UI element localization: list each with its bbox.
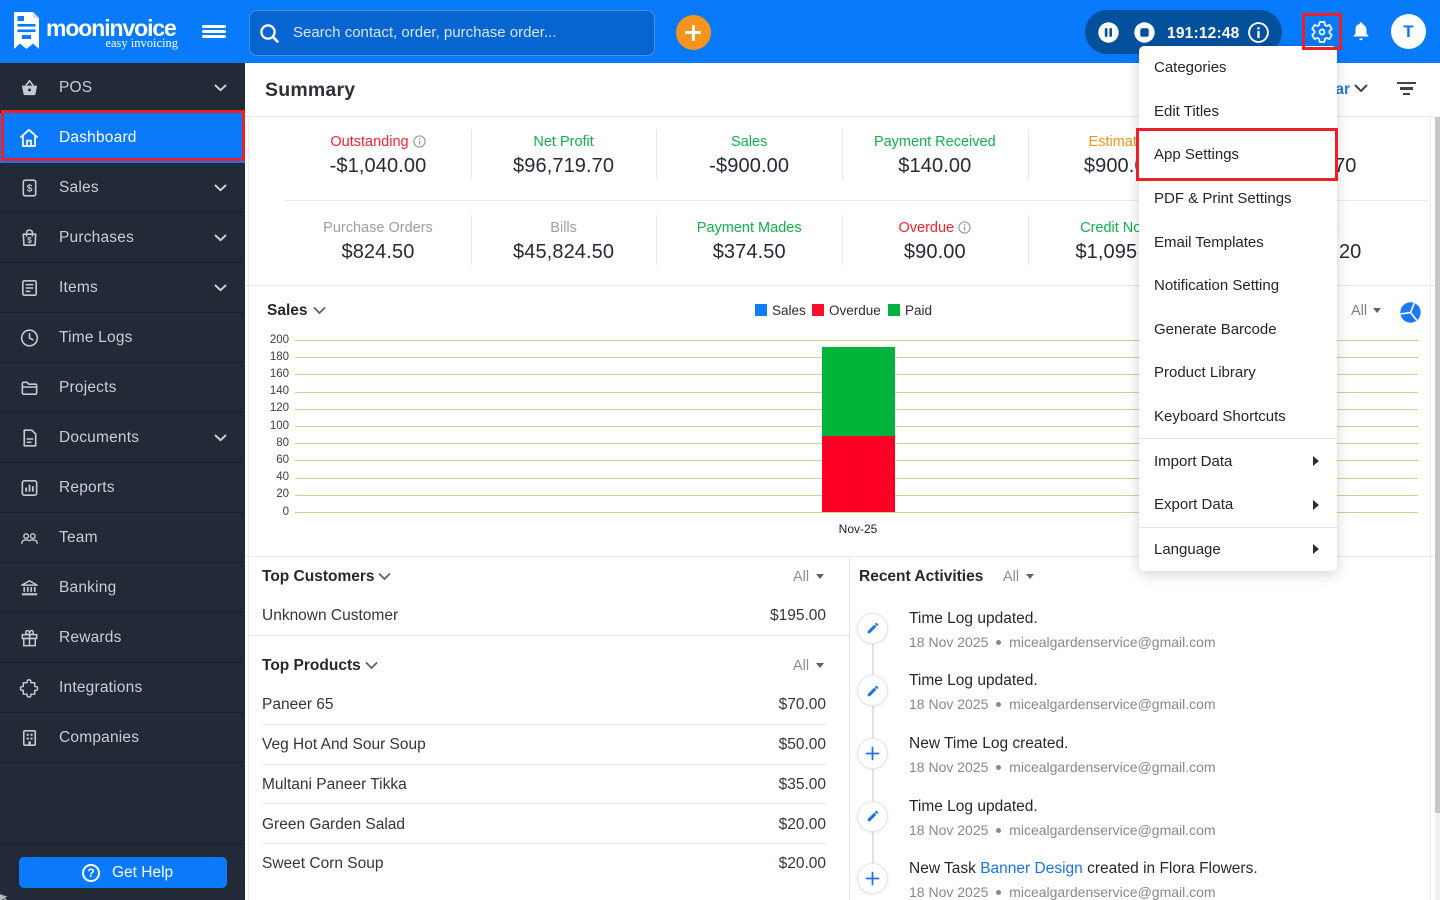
svg-text:$: $ bbox=[27, 236, 32, 245]
svg-text:$: $ bbox=[27, 183, 33, 195]
